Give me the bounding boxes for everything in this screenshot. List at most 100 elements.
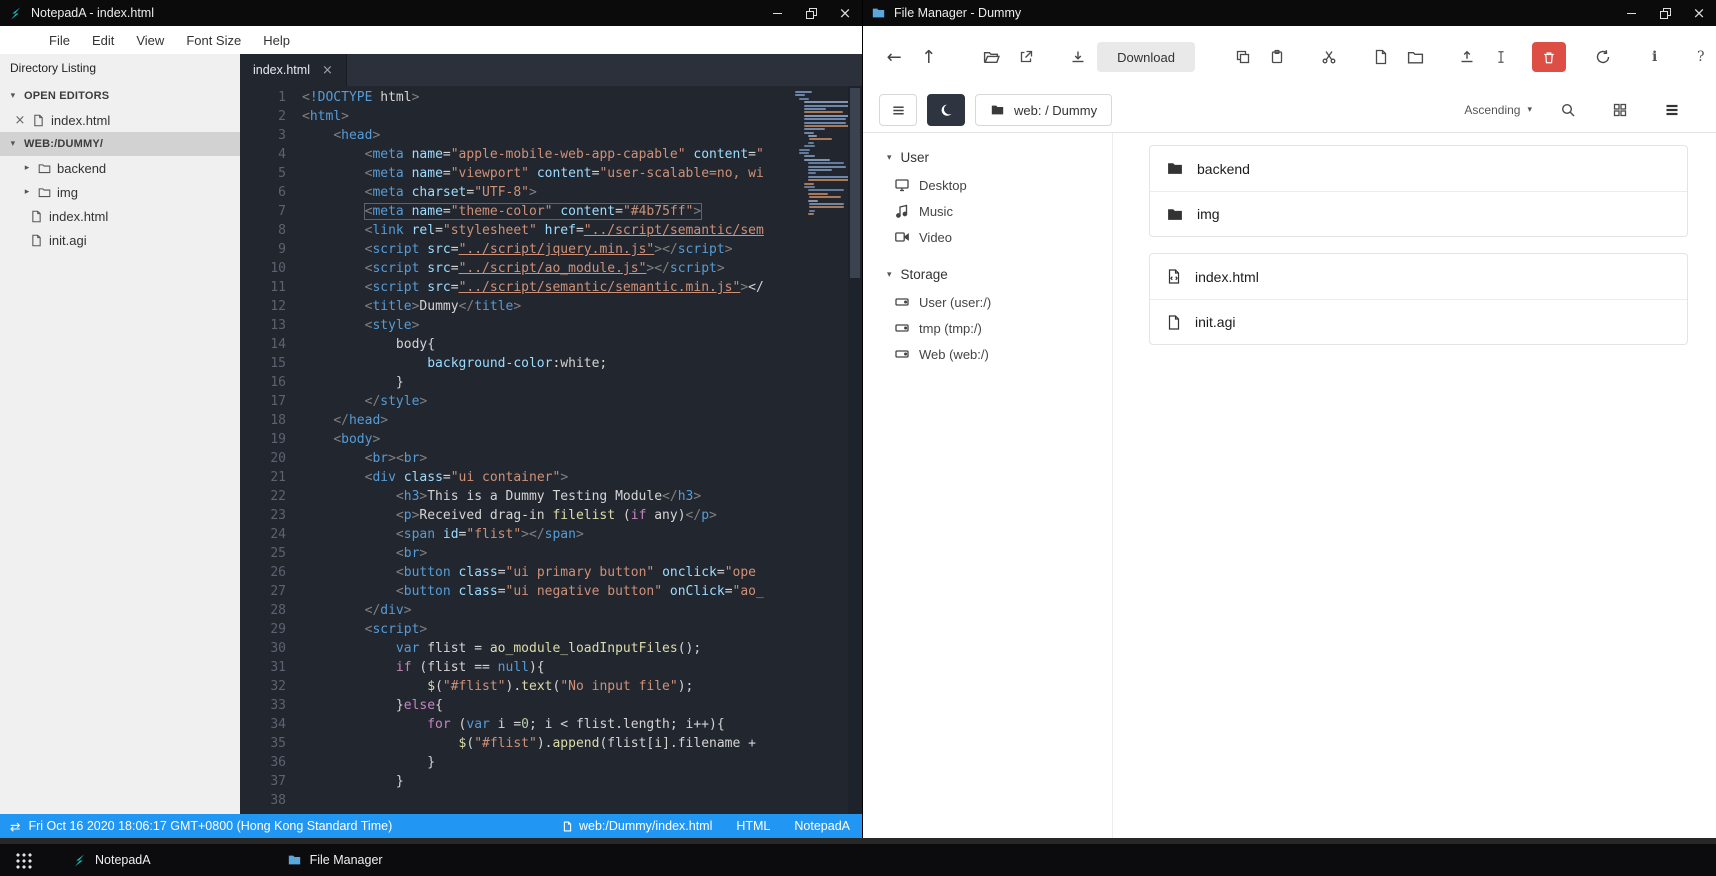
code-line[interactable]: 21 <div class="ui container"> — [240, 468, 862, 487]
code-line[interactable]: 31 if (flist == null){ — [240, 658, 862, 677]
code-line[interactable]: 4 <meta name="apple-mobile-web-app-capab… — [240, 145, 862, 164]
minimap[interactable] — [792, 88, 851, 814]
menu-help[interactable]: Help — [252, 26, 301, 54]
sort-dropdown[interactable]: Ascending ▾ — [1464, 103, 1532, 117]
open-editor-item[interactable]: × index.html — [0, 108, 240, 132]
tree-item-init-agi[interactable]: init.agi — [0, 228, 240, 252]
tree-item-img[interactable]: ▸ img — [0, 180, 240, 204]
rename-button[interactable] — [1486, 41, 1516, 73]
new-folder-button[interactable] — [1400, 41, 1430, 73]
taskbar-item-file-manager[interactable]: File Manager — [275, 844, 395, 876]
code-line[interactable]: 36 } — [240, 753, 862, 772]
back-button[interactable]: ← — [879, 41, 909, 73]
file-row-img[interactable]: img — [1150, 191, 1687, 236]
statusbar-language[interactable]: HTML — [736, 819, 770, 833]
code-line[interactable]: 30 var flist = ao_module_loadInputFiles(… — [240, 639, 862, 658]
workspace-root[interactable]: ▾ WEB:/DUMMY/ — [0, 132, 240, 156]
open-external-button[interactable] — [1011, 41, 1041, 73]
close-button[interactable]: × — [1682, 0, 1716, 26]
close-editor-icon[interactable]: × — [14, 113, 26, 128]
code-line[interactable]: 2 <html> — [240, 107, 862, 126]
code-line[interactable]: 32 $("#flist").text("No input file"); — [240, 677, 862, 696]
search-button[interactable] — [1552, 94, 1584, 126]
minimize-button[interactable] — [1614, 0, 1648, 26]
code-line[interactable]: 1 <!DOCTYPE html> — [240, 88, 862, 107]
sidebar-item-user-drive[interactable]: User (user:/) — [863, 289, 1112, 315]
menu-font-size[interactable]: Font Size — [175, 26, 252, 54]
tree-item-index-html[interactable]: index.html — [0, 204, 240, 228]
code-line[interactable]: 13 <style> — [240, 316, 862, 335]
close-button[interactable]: × — [828, 0, 862, 26]
sidebar-group-storage[interactable]: ▾ Storage — [863, 260, 1112, 289]
copy-button[interactable] — [1228, 41, 1258, 73]
code-line[interactable]: 38 — [240, 791, 862, 810]
taskbar-item-notepada[interactable]: NotepadA — [60, 844, 163, 876]
file-manager-titlebar[interactable]: File Manager - Dummy × — [863, 0, 1716, 26]
file-row-backend[interactable]: backend — [1150, 146, 1687, 191]
maximize-button[interactable] — [794, 0, 828, 26]
download-button[interactable]: Download — [1097, 42, 1195, 72]
sidebar-item-web-drive[interactable]: Web (web:/) — [863, 341, 1112, 367]
editor-scrollbar[interactable] — [848, 86, 862, 814]
sidebar-group-user[interactable]: ▾ User — [863, 143, 1112, 172]
minimize-button[interactable] — [760, 0, 794, 26]
help-button[interactable]: ? — [1686, 41, 1716, 73]
code-editor[interactable]: 1 <!DOCTYPE html> 2 <html> 3 <head> 4 <meta n… — [240, 86, 862, 814]
sidebar-item-tmp-drive[interactable]: tmp (tmp:/) — [863, 315, 1112, 341]
grid-view-button[interactable] — [1604, 94, 1636, 126]
open-editors-section[interactable]: ▾ OPEN EDITORS — [0, 84, 240, 108]
code-line[interactable]: 14 body{ — [240, 335, 862, 354]
code-line[interactable]: 34 for (var i =0; i < flist.length; i++)… — [240, 715, 862, 734]
close-tab-icon[interactable]: × — [322, 63, 333, 78]
code-line[interactable]: 7 <meta name="theme-color" content="#4b7… — [240, 202, 862, 221]
code-line[interactable]: 9 <script src="../script/jquery.min.js">… — [240, 240, 862, 259]
download-icon-button[interactable] — [1063, 41, 1093, 73]
refresh-button[interactable] — [1588, 41, 1618, 73]
sidebar-item-desktop[interactable]: Desktop — [863, 172, 1112, 198]
code-line[interactable]: 3 <head> — [240, 126, 862, 145]
new-file-button[interactable] — [1366, 41, 1396, 73]
code-line[interactable]: 19 <body> — [240, 430, 862, 449]
tree-item-backend[interactable]: ▸ backend — [0, 156, 240, 180]
code-line[interactable]: 5 <meta name="viewport" content="user-sc… — [240, 164, 862, 183]
code-line[interactable]: 37 } — [240, 772, 862, 791]
delete-button[interactable] — [1532, 42, 1567, 72]
code-line[interactable]: 8 <link rel="stylesheet" href="../script… — [240, 221, 862, 240]
code-line[interactable]: 16 } — [240, 373, 862, 392]
code-line[interactable]: 11 <script src="../script/semantic/seman… — [240, 278, 862, 297]
upload-button[interactable] — [1452, 41, 1482, 73]
menu-view[interactable]: View — [125, 26, 175, 54]
code-line[interactable]: 22 <h3>This is a Dummy Testing Module</h… — [240, 487, 862, 506]
code-line[interactable]: 17 </style> — [240, 392, 862, 411]
up-button[interactable]: ↑ — [913, 41, 943, 73]
code-line[interactable]: 26 <button class="ui primary button" onc… — [240, 563, 862, 582]
tab-index-html[interactable]: index.html × — [240, 54, 347, 86]
code-line[interactable]: 12 <title>Dummy</title> — [240, 297, 862, 316]
open-folder-button[interactable] — [977, 41, 1007, 73]
file-row-index-html[interactable]: index.html — [1150, 254, 1687, 299]
code-line[interactable]: 10 <script src="../script/ao_module.js">… — [240, 259, 862, 278]
code-line[interactable]: 23 <p>Received drag-in filelist (if any)… — [240, 506, 862, 525]
code-line[interactable]: 29 <script> — [240, 620, 862, 639]
breadcrumb[interactable]: web: / Dummy — [975, 94, 1113, 126]
app-launcher-button[interactable] — [0, 844, 46, 876]
menu-edit[interactable]: Edit — [81, 26, 125, 54]
code-line[interactable]: 15 background-color:white; — [240, 354, 862, 373]
sidebar-item-video[interactable]: Video — [863, 224, 1112, 250]
info-button[interactable]: i — [1639, 41, 1669, 73]
cut-button[interactable] — [1314, 41, 1344, 73]
code-line[interactable]: 25 <br> — [240, 544, 862, 563]
statusbar-file-path[interactable]: web:/Dummy/index.html — [562, 819, 712, 833]
code-line[interactable]: 27 <button class="ui negative button" on… — [240, 582, 862, 601]
file-row-init-agi[interactable]: init.agi — [1150, 299, 1687, 344]
notepada-titlebar[interactable]: NotepadA - index.html × — [0, 0, 862, 26]
list-view-button[interactable] — [1656, 94, 1688, 126]
menu-file[interactable]: File — [38, 26, 81, 54]
code-line[interactable]: 20 <br><br> — [240, 449, 862, 468]
maximize-button[interactable] — [1648, 0, 1682, 26]
dark-mode-button[interactable] — [927, 94, 965, 126]
code-line[interactable]: 35 $("#flist").append(flist[i].filename … — [240, 734, 862, 753]
code-line[interactable]: 18 </head> — [240, 411, 862, 430]
code-line[interactable]: 33 }else{ — [240, 696, 862, 715]
scrollbar-thumb[interactable] — [850, 88, 860, 278]
